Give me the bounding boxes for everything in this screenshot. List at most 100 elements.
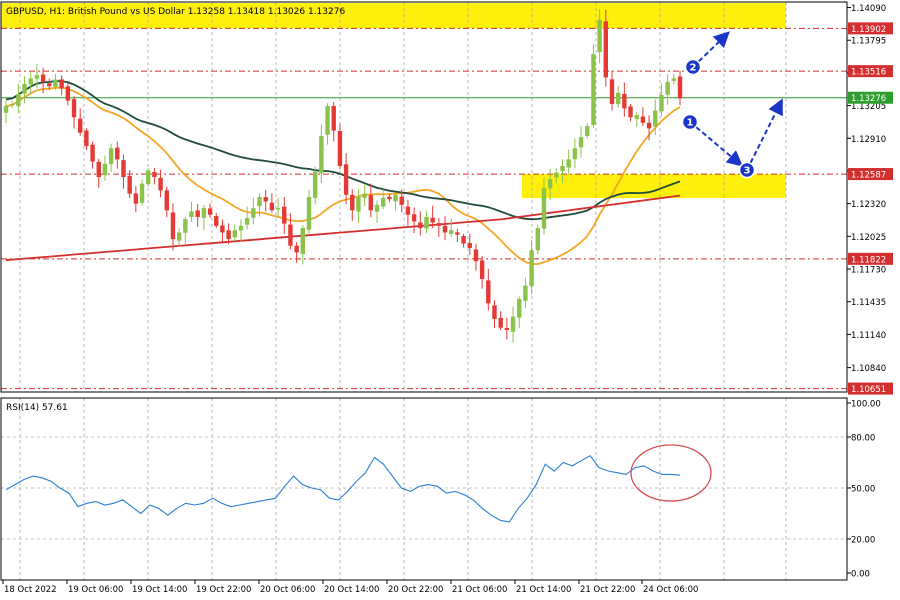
candle-body (127, 175, 132, 194)
candle-body (251, 208, 256, 218)
candle-body (152, 172, 157, 178)
candle-body (170, 212, 176, 240)
candle-body (269, 202, 275, 211)
candle-body (560, 165, 565, 172)
candle-body (529, 250, 534, 287)
candle-body (195, 210, 200, 217)
candle-body (84, 130, 89, 147)
price-chart[interactable]: 123 1.140901.137951.135001.132051.129101… (0, 0, 900, 600)
candle-body (47, 83, 52, 87)
time-tick-label: 21 Oct 22:00 (580, 585, 635, 595)
candle-body (96, 161, 101, 178)
candle-body (640, 116, 646, 123)
price-tick-label: 1.14090 (851, 4, 886, 14)
candle-body (585, 126, 590, 136)
candle-body (374, 204, 380, 212)
candle-body (34, 75, 40, 79)
candle-body (479, 260, 485, 279)
candle-body (146, 170, 151, 185)
time-tick-label: 18 Oct 2022 (4, 585, 57, 595)
level-price-tag: 1.13516 (851, 68, 886, 78)
time-tick-label: 21 Oct 14:00 (516, 585, 571, 595)
candle-body (294, 245, 299, 253)
candle-body (362, 193, 367, 198)
price-tick-label: 1.12025 (851, 233, 886, 243)
candle-body (387, 196, 392, 200)
candle-body (3, 106, 9, 113)
grid-layer (19, 2, 787, 580)
candle-body (158, 177, 163, 191)
candle-body (380, 198, 386, 207)
candle-body (40, 74, 46, 82)
candle-body (504, 328, 510, 330)
time-tick-label: 21 Oct 06:00 (452, 585, 507, 595)
candle-body (535, 228, 540, 251)
candle-body (467, 243, 472, 248)
candle-body (263, 197, 268, 202)
level-price-tag: 1.10651 (851, 385, 886, 395)
rsi-tick-label: 100.00 (851, 400, 881, 410)
candle-body (547, 179, 553, 189)
candle-body (22, 83, 27, 94)
candle-body (71, 99, 77, 118)
rsi-title: RSI(14) 57.61 (6, 403, 68, 413)
candle-body (102, 163, 108, 176)
chart-container: 123 1.140901.137951.135001.132051.129101… (0, 0, 900, 600)
rsi-highlight-ellipse (630, 444, 712, 502)
candle-body (541, 188, 547, 229)
candle-body (523, 285, 528, 301)
ma-mid-line (5, 80, 681, 221)
rsi-layer (1, 436, 847, 540)
time-tick-label: 20 Oct 22:00 (388, 585, 443, 595)
candle-body (473, 249, 479, 262)
rsi-tick-label: 0.00 (851, 570, 870, 580)
candle-body (133, 193, 139, 204)
price-tick-label: 1.11140 (851, 331, 886, 341)
candle-body (368, 195, 374, 211)
candle-body (53, 79, 58, 87)
candle-body (306, 197, 312, 230)
candle-body (300, 228, 306, 254)
candle-body (319, 136, 324, 174)
candle-body (325, 106, 330, 135)
candle-body (646, 122, 652, 129)
candle-body (424, 216, 429, 229)
candle-body (226, 230, 231, 240)
candle-body (603, 21, 608, 78)
time-tick-label: 19 Oct 14:00 (132, 585, 187, 595)
rsi-line (5, 454, 681, 523)
candle-body (331, 105, 336, 131)
candle-body (176, 232, 182, 241)
current-price-tag: 1.13276 (851, 94, 886, 104)
candle-body (498, 317, 503, 328)
candle-body (238, 225, 244, 231)
candle-body (418, 222, 423, 229)
candle-body (16, 93, 21, 106)
candle-body (257, 197, 262, 207)
candle-body (510, 316, 516, 332)
candle-body (214, 216, 219, 226)
candle-body (59, 79, 64, 89)
price-tick-label: 1.12910 (851, 135, 886, 145)
candle-body (486, 280, 491, 304)
rsi-tick-label: 50.00 (851, 485, 875, 495)
marker-label-3: 3 (744, 166, 751, 177)
time-tick-label: 20 Oct 06:00 (260, 585, 315, 595)
candle-body (108, 148, 114, 165)
marker-label-2: 2 (690, 63, 697, 74)
candle-body (244, 218, 250, 225)
candle-body (121, 160, 126, 178)
rsi-tick-label: 20.00 (851, 536, 875, 546)
candle-body (430, 217, 435, 223)
candle-body (343, 164, 349, 195)
candle-body (455, 232, 460, 235)
candle-body (665, 81, 670, 95)
candle-body (9, 103, 15, 105)
candle-body (350, 194, 355, 211)
level-price-tag: 1.11822 (851, 255, 886, 265)
candle-body (337, 130, 343, 166)
candle-body (597, 19, 602, 53)
candle-body (207, 208, 213, 215)
candle-body (554, 172, 559, 178)
frame-layer (0, 1, 848, 581)
